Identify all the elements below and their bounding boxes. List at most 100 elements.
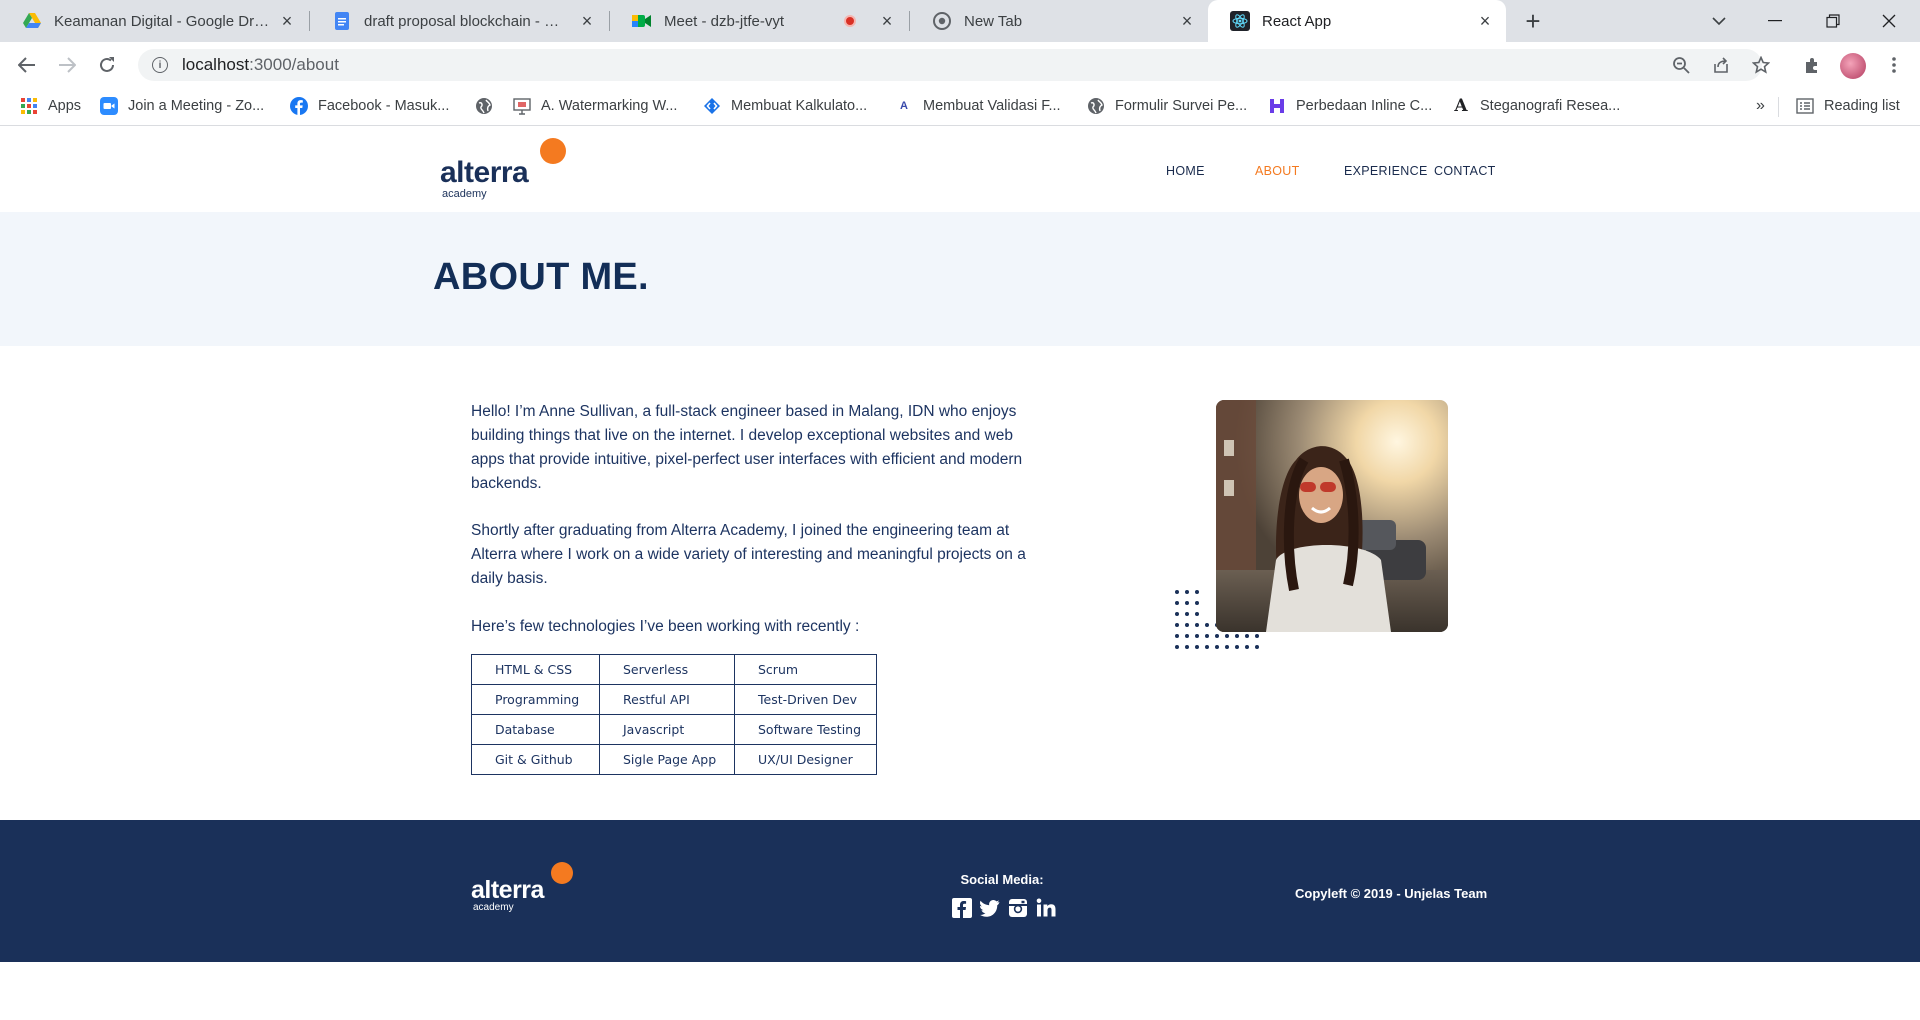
- close-icon[interactable]: ×: [1476, 11, 1494, 31]
- bookmark-label: Membuat Kalkulato...: [731, 98, 868, 114]
- footer-alterra-logo[interactable]: alterra academy: [471, 862, 581, 916]
- reading-list-label: Reading list: [1824, 98, 1900, 114]
- tab-title: draft proposal blockchain - Google Docs: [364, 12, 570, 30]
- page-bottom-space: [0, 962, 1920, 1020]
- minimize-icon[interactable]: [1752, 0, 1798, 42]
- share-icon[interactable]: [1710, 54, 1732, 76]
- tab-google-drive[interactable]: Keamanan Digital - Google Drive ×: [0, 0, 308, 42]
- table-row: Git & Github Sigle Page App UX/UI Design…: [471, 744, 877, 775]
- bookmark-star-icon[interactable]: [1750, 54, 1772, 76]
- profile-photo: [1216, 400, 1448, 632]
- extensions-puzzle-icon[interactable]: [1800, 53, 1824, 77]
- tab-title: Meet - dzb-jtfe-vyt: [664, 12, 785, 30]
- url-path: :3000/about: [249, 55, 339, 74]
- table-row: Programming Restful API Test-Driven Dev: [471, 684, 877, 715]
- site-footer: alterra academy Social Media: Copyleft ©…: [0, 820, 1920, 962]
- bookmarks-overflow-button[interactable]: »: [1756, 88, 1765, 124]
- bookmark-formulir[interactable]: Formulir Survei Pe...: [1087, 88, 1247, 124]
- bookmark-steganografi[interactable]: A Steganografi Resea...: [1452, 88, 1620, 124]
- recording-icon: [844, 15, 856, 27]
- table-cell: UX/UI Designer: [734, 744, 877, 775]
- letter-a-icon: A: [900, 100, 908, 112]
- apps-grid-icon: [20, 97, 38, 115]
- bookmark-kalkulator[interactable]: Membuat Kalkulato...: [703, 88, 867, 124]
- bookmark-validasi[interactable]: A Membuat Validasi F...: [895, 88, 1061, 124]
- bookmark-label: Perbedaan Inline C...: [1296, 98, 1433, 114]
- bookmarks-bar: Apps Join a Meeting - Zo... Facebook - M…: [0, 88, 1920, 126]
- bookmark-globe[interactable]: [475, 88, 503, 124]
- table-cell: Serverless: [599, 654, 735, 685]
- bookmark-label: A. Watermarking W...: [541, 98, 678, 114]
- table-cell: Programming: [471, 684, 600, 715]
- table-cell: Restful API: [599, 684, 735, 715]
- table-cell: Javascript: [599, 714, 735, 745]
- nav-contact[interactable]: CONTACT: [1434, 164, 1496, 178]
- tab-strip: Keamanan Digital - Google Drive × draft …: [0, 0, 1920, 42]
- bookmark-perbedaan[interactable]: Perbedaan Inline C...: [1268, 88, 1432, 124]
- bookmark-label: Membuat Validasi F...: [923, 98, 1061, 114]
- page-content: alterra academy HOME ABOUT EXPERIENCE CO…: [0, 126, 1920, 1020]
- back-arrow-icon[interactable]: [13, 51, 41, 79]
- table-cell: Database: [471, 714, 600, 745]
- table-cell: Sigle Page App: [599, 744, 735, 775]
- bookmark-watermarking[interactable]: A. Watermarking W...: [513, 88, 677, 124]
- react-icon: [1230, 11, 1250, 31]
- alterra-logo[interactable]: alterra academy: [440, 138, 570, 200]
- window-close-icon[interactable]: [1866, 0, 1912, 42]
- site-info-icon[interactable]: i: [152, 57, 168, 73]
- forward-arrow-icon[interactable]: [53, 51, 81, 79]
- bookmark-apps[interactable]: Apps: [20, 88, 81, 124]
- serif-a-icon: A: [1454, 96, 1468, 116]
- close-icon[interactable]: ×: [578, 11, 596, 31]
- tab-search-chevron-icon[interactable]: [1696, 0, 1742, 42]
- tab-title: New Tab: [964, 12, 1023, 30]
- nav-about[interactable]: ABOUT: [1255, 164, 1300, 178]
- about-paragraph-3: Here’s few technologies I’ve been workin…: [471, 618, 860, 635]
- table-row: HTML & CSS Serverless Scrum: [471, 654, 877, 685]
- tab-new-tab[interactable]: New Tab ×: [910, 0, 1208, 42]
- logo-wordmark: alterra: [471, 876, 544, 904]
- linkedin-icon[interactable]: [1036, 898, 1056, 918]
- address-bar[interactable]: i localhost:3000/about: [138, 49, 1762, 81]
- new-tab-plus-icon[interactable]: +: [1520, 6, 1546, 36]
- tab-google-meet[interactable]: Meet - dzb-jtfe-vyt ×: [610, 0, 908, 42]
- close-icon[interactable]: ×: [1178, 11, 1196, 31]
- zoom-icon[interactable]: [1670, 54, 1692, 76]
- google-docs-icon: [332, 11, 352, 31]
- more-menu-icon[interactable]: [1882, 53, 1906, 77]
- globe-icon: [1087, 97, 1105, 115]
- social-media-title: Social Media:: [960, 872, 1044, 887]
- profile-avatar[interactable]: [1840, 53, 1866, 79]
- reload-icon[interactable]: [93, 51, 121, 79]
- bookmark-zoom[interactable]: Join a Meeting - Zo...: [100, 88, 264, 124]
- twitter-icon[interactable]: [980, 898, 1000, 918]
- logo-dot: [540, 138, 566, 164]
- site-navbar: alterra academy HOME ABOUT EXPERIENCE CO…: [0, 126, 1920, 212]
- google-drive-icon: [22, 11, 42, 31]
- bookmark-label: Formulir Survei Pe...: [1115, 98, 1248, 114]
- close-icon[interactable]: ×: [278, 11, 296, 31]
- nav-experience[interactable]: EXPERIENCE: [1344, 164, 1428, 178]
- logo-subtitle: academy: [473, 902, 514, 913]
- reading-list-button[interactable]: Reading list: [1796, 88, 1900, 124]
- about-paragraph-1: Hello! I’m Anne Sullivan, a full-stack e…: [471, 403, 1023, 492]
- technologies-table: HTML & CSS Serverless Scrum Programming …: [471, 654, 877, 775]
- restore-icon[interactable]: [1810, 0, 1856, 42]
- instagram-icon[interactable]: [1008, 898, 1028, 918]
- bookmark-label: Join a Meeting - Zo...: [128, 98, 265, 114]
- reading-list-icon: [1796, 97, 1814, 115]
- tab-title: React App: [1262, 12, 1332, 30]
- copyright-text: Copyleft © 2019 - Unjelas Team: [1295, 886, 1488, 901]
- tab-google-docs[interactable]: draft proposal blockchain - Google Docs …: [310, 0, 608, 42]
- bookmarks-divider: [1778, 97, 1779, 117]
- logo-dot: [551, 862, 573, 884]
- table-cell: Software Testing: [734, 714, 877, 745]
- bookmark-label: Facebook - Masuk...: [318, 98, 450, 114]
- bookmark-facebook[interactable]: Facebook - Masuk...: [290, 88, 449, 124]
- nav-home[interactable]: HOME: [1166, 164, 1205, 178]
- diamond-arrows-icon: [703, 97, 721, 115]
- tab-react-app[interactable]: React App ×: [1208, 0, 1506, 42]
- close-icon[interactable]: ×: [878, 11, 896, 31]
- facebook-icon[interactable]: [952, 898, 972, 918]
- browser-toolbar: i localhost:3000/about: [0, 42, 1920, 88]
